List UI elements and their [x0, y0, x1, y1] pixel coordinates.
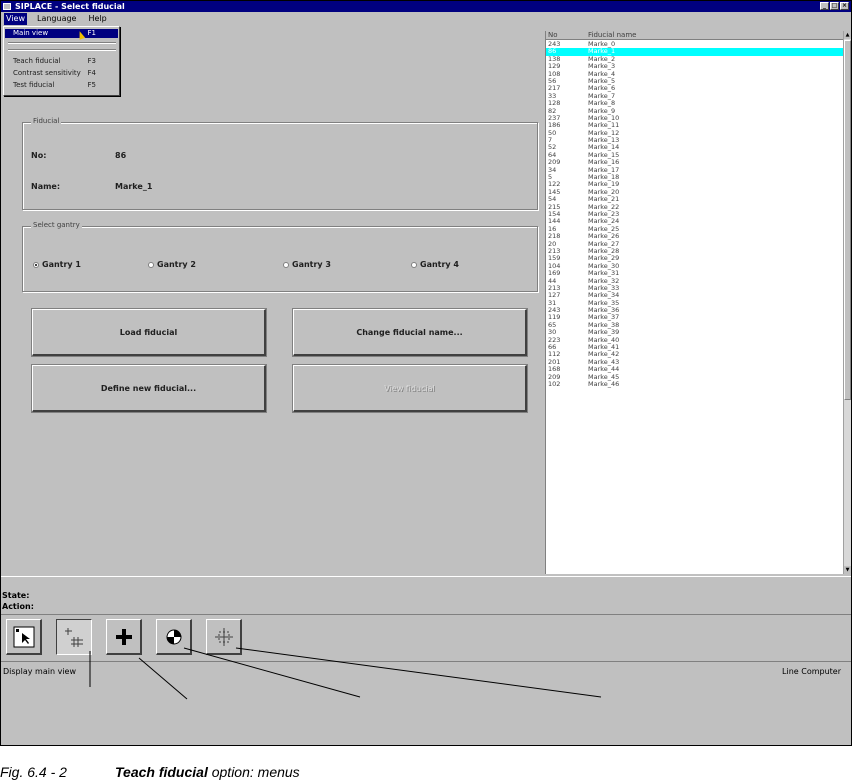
contrast-sensitivity-button[interactable]: [106, 619, 142, 655]
menu-separator: [8, 42, 116, 44]
action-label: Action:: [2, 602, 34, 611]
radio-label: Gantry 1: [42, 260, 81, 269]
group-caption: Select gantry: [31, 221, 82, 229]
app-icon[interactable]: [3, 3, 11, 10]
close-button[interactable]: ×: [840, 2, 849, 10]
menu-item-label: Test fiducial: [13, 81, 55, 89]
radio-label: Gantry 2: [157, 260, 196, 269]
crosshair-icon: [115, 628, 132, 645]
radio-gantry-2[interactable]: Gantry 2: [148, 260, 196, 269]
list-rows: 243 Marke_0 86 Marke_1 138 Marke_2 129 Marke_3 1…: [546, 40, 843, 388]
window-title: SIPLACE - Select fiducial: [15, 2, 125, 11]
radio-unselected-icon: [283, 261, 289, 268]
group-caption: Fiducial: [31, 117, 62, 125]
figure-caption: Fig. 6.4 - 2 Teach fiducial option: menus: [0, 764, 300, 780]
figure-caption-text: option: menus: [207, 764, 300, 780]
status-area: State: Action:: [1, 576, 851, 614]
list-item[interactable]: 102 Marke_46: [546, 379, 843, 388]
status-bar: Display main view Line Computer: [1, 661, 851, 683]
menu-item-main-view[interactable]: Main view F1: [5, 29, 118, 40]
menu-help[interactable]: Help: [86, 13, 108, 25]
teach-fiducial-button[interactable]: [56, 619, 92, 655]
fiducial-grid-icon: [65, 628, 83, 647]
gantry-group: Select gantry: [22, 221, 538, 292]
mouse-cursor-icon: [76, 30, 86, 40]
maximize-button[interactable]: □: [830, 2, 839, 10]
fiducial-name: Marke_46: [588, 379, 620, 388]
main-panel: Fiducial No: 86 Name: Marke_1 Select gan…: [1, 25, 545, 575]
figure-caption-bold: Teach fiducial: [115, 764, 208, 780]
scroll-up-icon[interactable]: ▲: [844, 31, 851, 39]
test-fiducial-button[interactable]: [156, 619, 192, 655]
menu-item-contrast-sensitivity[interactable]: Contrast sensitivity F4: [5, 69, 118, 78]
radio-label: Gantry 4: [420, 260, 459, 269]
radio-unselected-icon: [148, 261, 154, 268]
menu-item-shortcut: F5: [87, 81, 96, 89]
radio-gantry-1[interactable]: Gantry 1: [33, 260, 81, 269]
radio-gantry-3[interactable]: Gantry 3: [283, 260, 331, 269]
fiducial-list[interactable]: No Fiducial name 243 Marke_0 86 Marke_1 138 M…: [545, 31, 851, 574]
column-header-fiducial-name[interactable]: Fiducial name: [588, 31, 636, 40]
menu-language[interactable]: Language: [35, 13, 78, 25]
menu-bar: View Language Help: [1, 12, 851, 25]
figure-number: Fig. 6.4 - 2: [0, 764, 67, 780]
change-fiducial-name-button[interactable]: Change fiducial name...: [292, 308, 528, 357]
menu-item-test-fiducial[interactable]: Test fiducial F5: [5, 81, 118, 90]
list-scrollbar[interactable]: ▲ ▼: [843, 31, 851, 574]
pointer-icon: [13, 626, 34, 647]
radio-label: Gantry 3: [292, 260, 331, 269]
scroll-thumb[interactable]: [844, 40, 851, 400]
menu-item-label: Teach fiducial: [13, 57, 61, 65]
menu-view[interactable]: View: [4, 12, 27, 25]
minimize-button[interactable]: _: [820, 2, 829, 10]
fiducial-name-label: Name:: [31, 182, 61, 191]
load-fiducial-button[interactable]: Load fiducial: [31, 308, 267, 357]
define-new-fiducial-button[interactable]: Define new fiducial...: [31, 364, 267, 413]
target-icon: [214, 627, 233, 646]
main-view-button[interactable]: [6, 619, 42, 655]
fiducial-no-label: No:: [31, 151, 47, 160]
menu-item-shortcut: F1: [87, 29, 96, 37]
menu-item-shortcut: F3: [87, 57, 96, 65]
fiducial-group: Fiducial: [22, 117, 538, 210]
toolbar: [1, 614, 851, 660]
status-message: Display main view: [3, 667, 76, 676]
center-target-button[interactable]: [206, 619, 242, 655]
status-computer: Line Computer: [782, 667, 841, 676]
scroll-down-icon[interactable]: ▼: [844, 566, 851, 574]
list-header: No Fiducial name: [546, 31, 843, 40]
radio-unselected-icon: [411, 261, 417, 268]
radio-selected-icon: [33, 261, 39, 268]
radio-gantry-4[interactable]: Gantry 4: [411, 260, 459, 269]
menu-item-teach-fiducial[interactable]: Teach fiducial F3: [5, 57, 118, 66]
fiducial-no-value: 86: [115, 151, 127, 160]
menu-item-shortcut: F4: [87, 69, 96, 77]
state-label: State:: [2, 591, 30, 600]
title-bar: SIPLACE - Select fiducial _ □ ×: [1, 1, 851, 12]
fiducial-number: 102: [548, 379, 561, 388]
application-window: SIPLACE - Select fiducial _ □ × View Lan…: [0, 0, 852, 746]
view-fiducial-button[interactable]: View fiducial: [292, 364, 528, 413]
view-menu-dropdown: Main view F1 Teach fiducial F3 Contrast …: [3, 26, 120, 96]
column-header-no[interactable]: No: [548, 31, 558, 40]
fiducial-name-value: Marke_1: [115, 182, 153, 191]
menu-item-label: Main view: [13, 29, 49, 37]
menu-item-label: Contrast sensitivity: [13, 69, 81, 77]
menu-separator: [8, 49, 116, 51]
contrast-icon: [166, 629, 181, 644]
